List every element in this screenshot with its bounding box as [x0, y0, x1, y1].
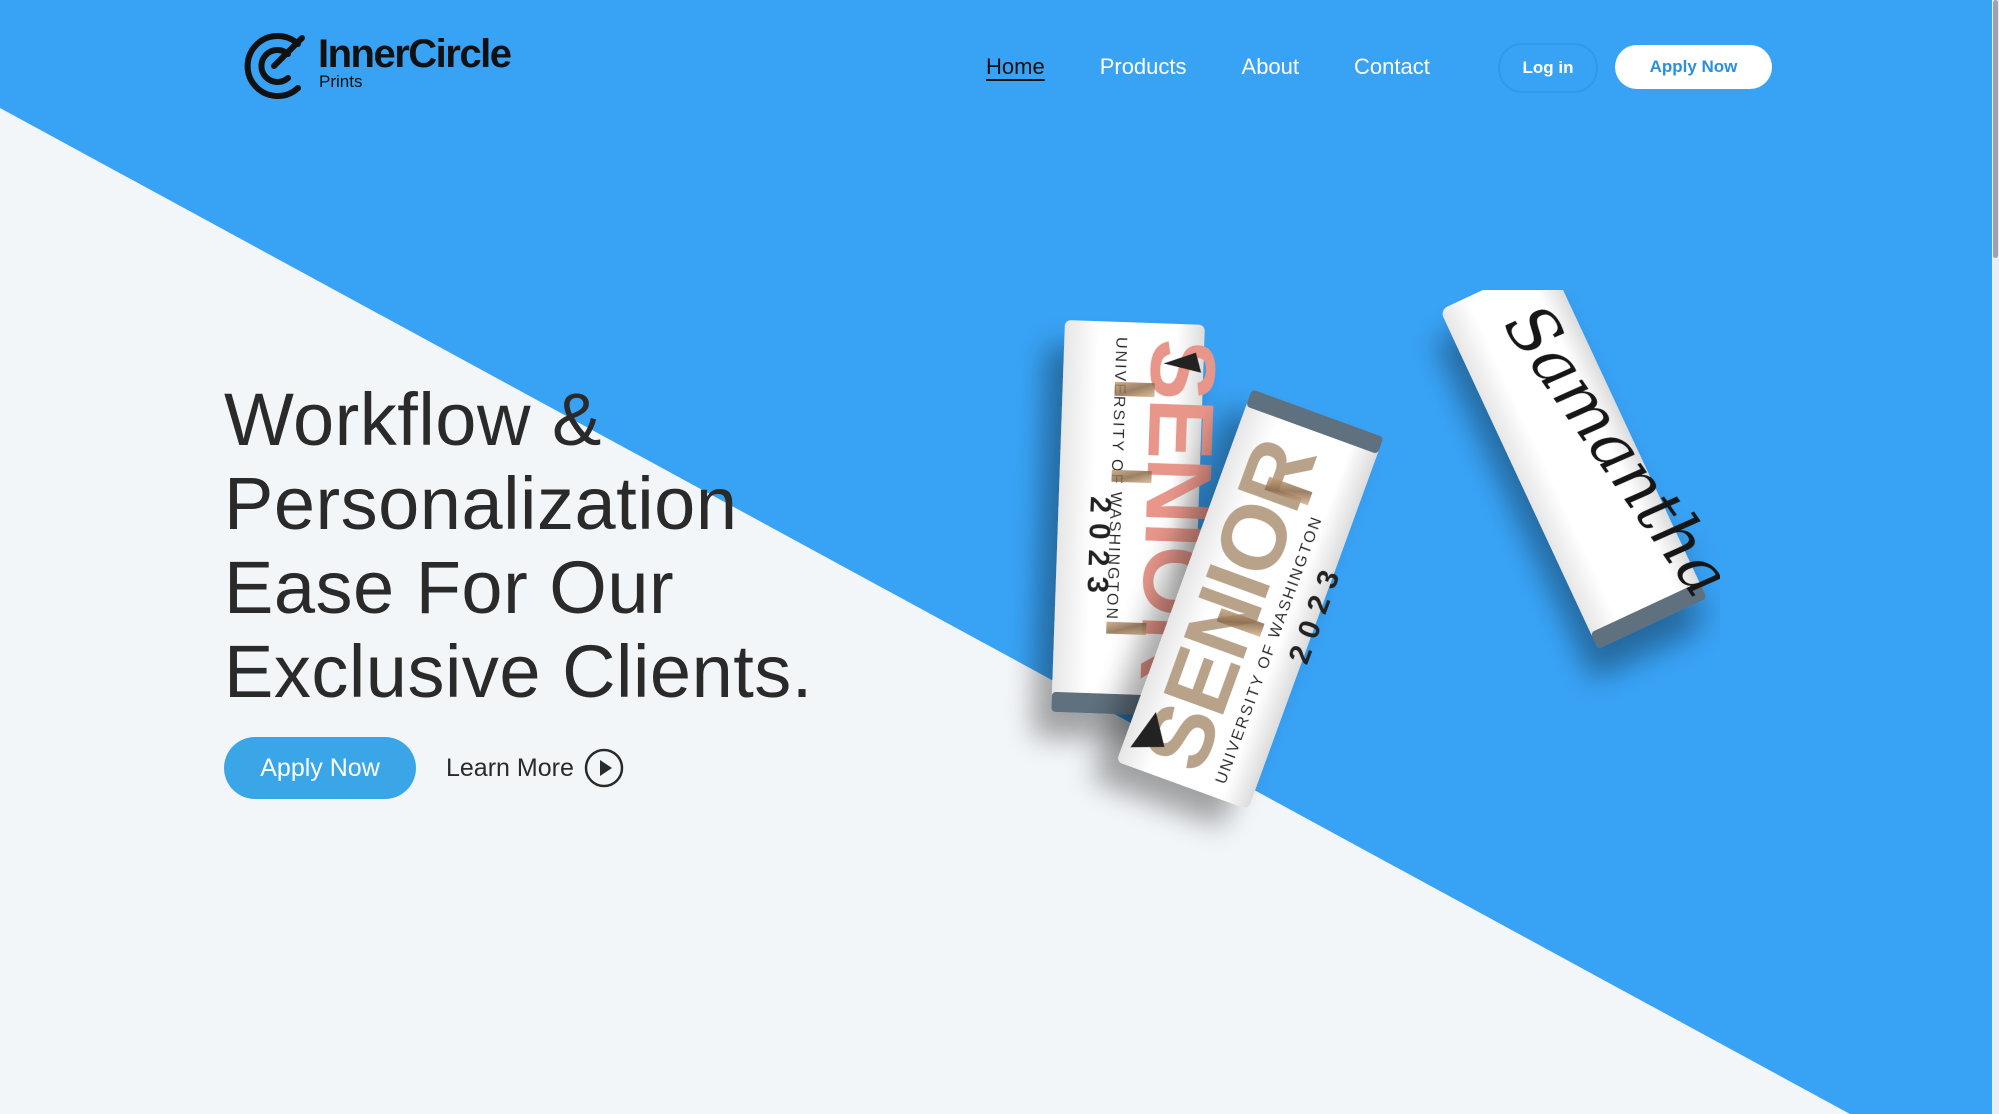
hero-title-line: Workflow & [224, 378, 602, 461]
scrollbar[interactable] [1992, 0, 1999, 1114]
nav-home[interactable]: Home [986, 50, 1045, 84]
hero-title-line: Personalization [224, 462, 738, 545]
tumblers-product-image: UNIVERSITY OF WASHINGTON SENIOR 2023 UNI… [1051, 290, 1720, 808]
main-nav: Home Products About Contact [986, 50, 1485, 84]
hero-title: Workflow & Personalization Ease For Our … [224, 378, 844, 714]
tumbler-year-text: 2023 [1080, 496, 1117, 604]
learn-more-link[interactable]: Learn More [446, 746, 624, 790]
innercircle-logo-icon [244, 33, 305, 99]
tumbler-samantha-right: Samantha [1442, 290, 1720, 648]
brand-logo[interactable]: InnerCircle Prints [240, 28, 512, 104]
nav-contact[interactable]: Contact [1354, 50, 1430, 84]
nav-products[interactable]: Products [1100, 50, 1187, 84]
brand-wordmark: InnerCircle Prints [318, 32, 512, 91]
login-button[interactable]: Log in [1498, 43, 1598, 93]
landing-page: InnerCircle Prints Home Products About C… [0, 0, 1999, 1114]
brand-name: InnerCircle [318, 32, 512, 76]
learn-more-label: Learn More [446, 753, 574, 782]
header-apply-now-button[interactable]: Apply Now [1615, 45, 1772, 89]
brand-subtitle: Prints [319, 72, 363, 91]
scrollbar-thumb[interactable] [1993, 0, 1998, 258]
hero-title-line: Exclusive Clients. [224, 630, 813, 713]
hero-apply-now-button[interactable]: Apply Now [224, 737, 416, 799]
hero-title-line: Ease For Our [224, 546, 675, 629]
play-circle-icon [584, 748, 624, 788]
nav-about[interactable]: About [1242, 50, 1300, 84]
